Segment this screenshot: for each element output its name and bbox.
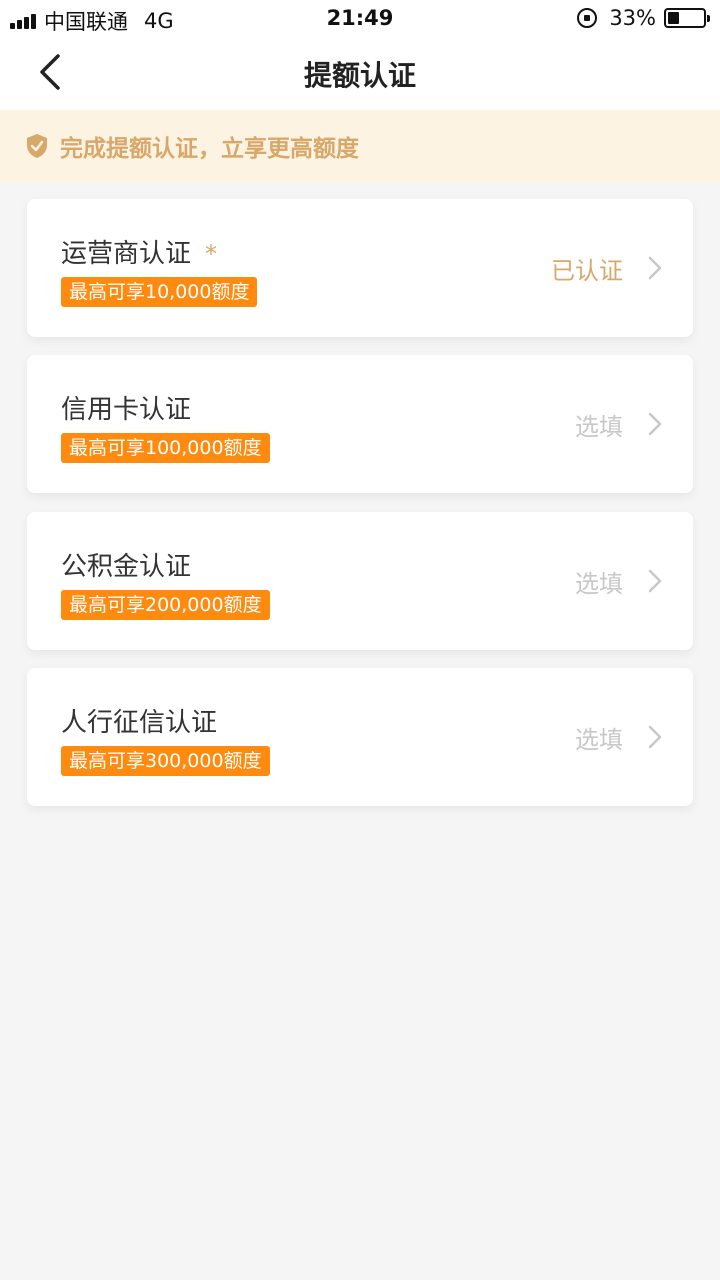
rotation-lock-icon	[577, 8, 598, 28]
limit-badge: 最高可享100,000额度	[61, 433, 270, 463]
notice-banner: 完成提额认证，立享更高额度	[0, 110, 720, 182]
notice-text: 完成提额认证，立享更高额度	[60, 136, 359, 162]
chevron-right-icon	[648, 256, 662, 280]
required-mark: *	[205, 240, 218, 268]
card-title-text: 运营商认证	[61, 239, 192, 269]
card-title: 人行征信认证	[61, 702, 217, 739]
card-credit-report-verification[interactable]: 人行征信认证 最高可享300,000额度 选填	[27, 668, 693, 806]
card-housing-fund-verification[interactable]: 公积金认证 最高可享200,000额度 选填	[27, 512, 693, 650]
shield-check-icon	[27, 134, 47, 158]
chevron-right-icon	[648, 412, 662, 436]
limit-badge: 最高可享200,000额度	[61, 590, 270, 620]
limit-badge: 最高可享300,000额度	[61, 746, 270, 776]
card-title-text: 公积金认证	[61, 552, 192, 582]
chevron-right-icon	[648, 725, 662, 749]
status-bar: 中国联通 4G 21:49 33%	[0, 0, 720, 36]
battery-percent: 33%	[609, 6, 656, 30]
status-bar-right: 33%	[577, 6, 710, 30]
card-title-text: 信用卡认证	[61, 395, 192, 425]
card-title: 信用卡认证	[61, 389, 191, 426]
chevron-right-icon	[648, 569, 662, 593]
limit-badge: 最高可享10,000额度	[61, 277, 258, 307]
status-label: 选填	[575, 726, 623, 754]
card-carrier-verification[interactable]: 运营商认证 * 最高可享10,000额度 已认证	[27, 199, 693, 337]
status-label: 已认证	[551, 257, 623, 285]
card-credit-card-verification[interactable]: 信用卡认证 最高可享100,000额度 选填	[27, 355, 693, 493]
status-label: 选填	[575, 570, 623, 598]
battery-icon	[664, 8, 710, 28]
card-title: 公积金认证	[61, 546, 191, 583]
battery-fill	[668, 12, 680, 24]
page-title: 提额认证	[303, 59, 416, 92]
card-title: 运营商认证 *	[61, 233, 217, 270]
status-label: 选填	[575, 413, 623, 441]
card-title-text: 人行征信认证	[61, 708, 218, 738]
nav-bar: 提额认证	[0, 36, 720, 110]
